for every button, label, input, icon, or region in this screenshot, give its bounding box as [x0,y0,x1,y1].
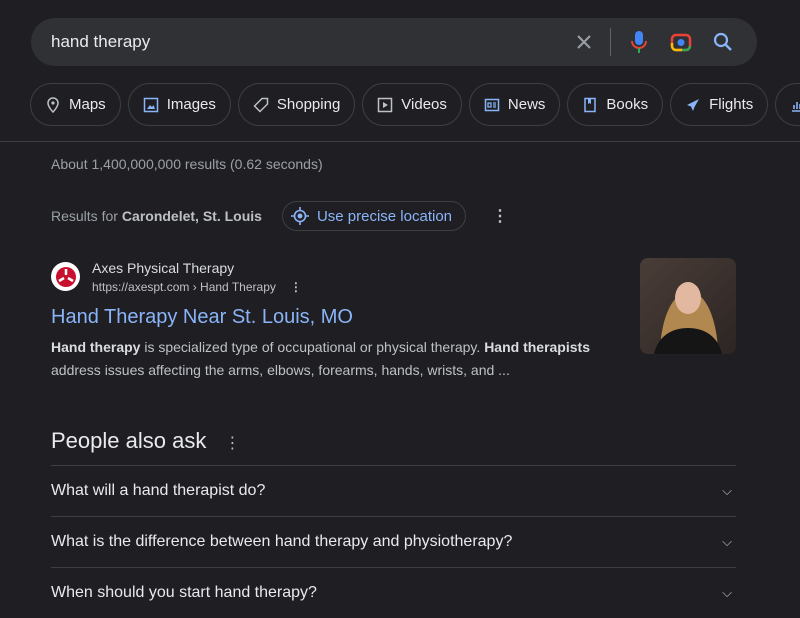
paa-options-icon[interactable]: ⋮ [224,435,240,452]
chevron-down-icon: ⌵ [722,483,732,498]
result-url: https://axespt.com › Hand Therapy ⋮ [92,280,302,294]
divider [610,28,611,56]
image-icon [143,97,158,112]
site-name: Axes Physical Therapy [92,260,235,276]
camera-lens-icon[interactable] [667,28,695,56]
location-bar: Results for Carondelet, St. Louis Use pre… [51,201,508,231]
result-options-icon[interactable]: ⋮ [290,280,302,294]
result-snippet: Hand therapy is specialized type of occu… [51,339,590,378]
chip-videos[interactable]: Videos [362,83,462,126]
book-icon [584,97,597,112]
header-divider [0,141,800,142]
chevron-down-icon: ⌵ [722,534,732,549]
result-thumbnail[interactable] [640,258,736,354]
chip-news[interactable]: News [468,83,561,126]
location-target-icon [290,207,309,225]
result-stats: About 1,400,000,000 results (0.62 second… [51,156,323,172]
map-pin-icon [47,96,59,113]
finance-icon [792,101,800,112]
video-icon [378,97,393,112]
chip-books[interactable]: Books [567,83,664,126]
chip-flights[interactable]: Flights [670,83,769,126]
news-icon [484,98,500,111]
paa-question[interactable]: What will a hand therapist do? ⌵ [51,465,736,516]
use-precise-location-button[interactable]: Use precise location [281,201,467,231]
people-also-ask-heading: People also ask ⋮ [51,428,241,453]
clear-icon[interactable] [570,28,598,56]
chip-images[interactable]: Images [127,83,231,126]
search-box[interactable]: hand therapy [31,18,757,66]
chip-maps[interactable]: Maps [30,83,121,126]
chevron-down-icon: ⌵ [722,585,732,600]
search-input[interactable]: hand therapy [51,32,556,52]
site-favicon [51,262,80,291]
chip-more[interactable] [775,83,800,126]
result-title-link[interactable]: Hand Therapy Near St. Louis, MO [51,306,353,329]
search-filter-chips: Maps Images Shopping Videos News Books F… [30,83,800,126]
chip-shopping[interactable]: Shopping [237,83,356,126]
paa-question[interactable]: When should you start hand therapy? ⌵ [51,567,736,618]
microphone-icon[interactable] [625,28,653,56]
plane-icon [687,98,700,111]
tag-icon [253,97,269,113]
search-icon[interactable] [709,28,737,56]
paa-question[interactable]: What is the difference between hand ther… [51,516,736,567]
more-options-icon[interactable]: ⋮ [492,206,508,226]
